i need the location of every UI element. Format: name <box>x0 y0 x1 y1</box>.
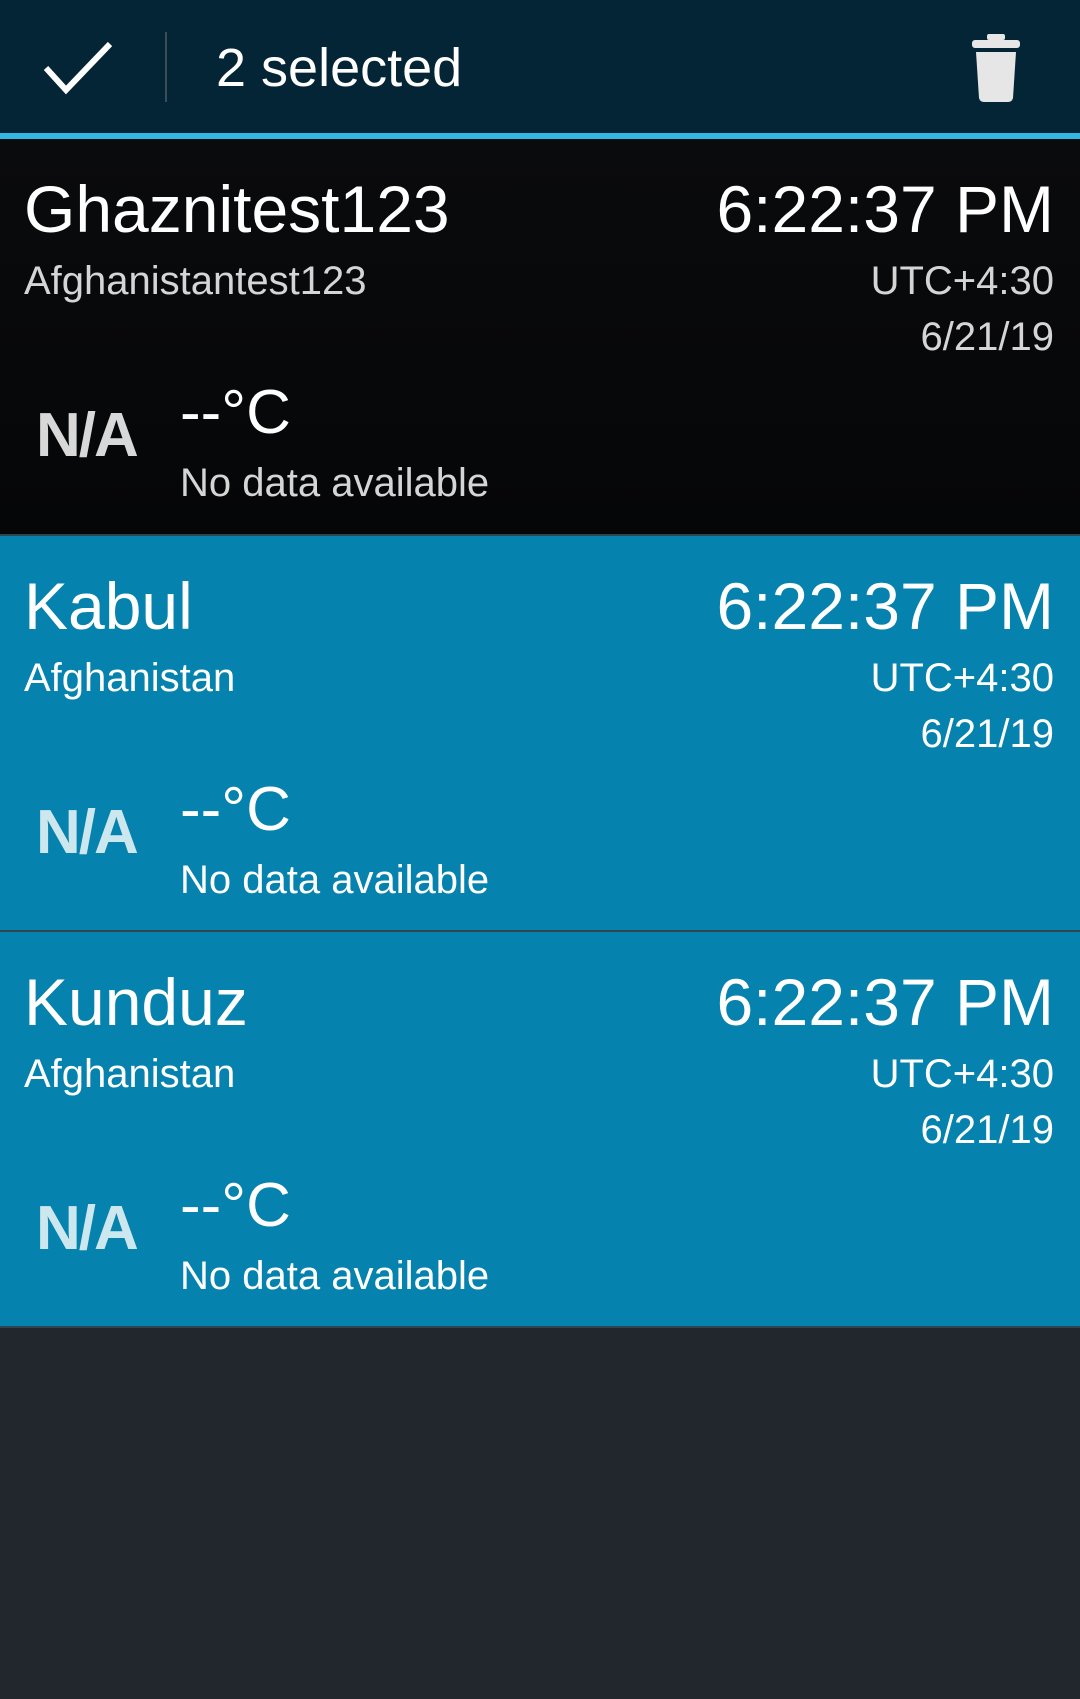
city-row-kunduz[interactable]: Kunduz Afghanistan 6:22:37 PM UTC+4:30 6… <box>0 932 1080 1328</box>
local-time: 6:22:37 PM <box>716 965 1054 1039</box>
weather-unavailable-icon: N/A <box>36 401 139 470</box>
city-list: Ghaznitest123 Afghanistantest123 6:22:37… <box>0 139 1080 1328</box>
weather-unavailable-icon: N/A <box>36 798 139 867</box>
local-time: 6:22:37 PM <box>716 172 1054 246</box>
done-button[interactable] <box>20 18 136 118</box>
country-name: Afghanistan <box>24 656 236 700</box>
trash-icon <box>972 34 1020 102</box>
contextual-action-bar: 2 selected <box>0 0 1080 133</box>
city-name: Kabul <box>24 569 193 643</box>
weather-condition: No data available <box>180 858 490 902</box>
weather-unavailable-icon: N/A <box>36 1194 139 1263</box>
checkmark-icon <box>43 41 113 95</box>
utc-offset: UTC+4:30 <box>870 259 1054 303</box>
action-bar-divider <box>165 32 167 102</box>
selection-count-title: 2 selected <box>216 38 463 98</box>
local-date: 6/21/19 <box>920 712 1054 756</box>
weather-condition: No data available <box>180 1254 490 1298</box>
local-time: 6:22:37 PM <box>716 569 1054 643</box>
utc-offset: UTC+4:30 <box>870 1052 1054 1096</box>
city-name: Kunduz <box>24 965 248 1039</box>
temperature: --°C <box>180 775 291 844</box>
delete-button[interactable] <box>950 22 1042 114</box>
local-date: 6/21/19 <box>920 1108 1054 1152</box>
weather-condition: No data available <box>180 461 490 505</box>
city-row-ghaznitest123[interactable]: Ghaznitest123 Afghanistantest123 6:22:37… <box>0 139 1080 536</box>
temperature: --°C <box>180 378 291 447</box>
country-name: Afghanistantest123 <box>24 259 367 303</box>
temperature: --°C <box>180 1171 291 1240</box>
country-name: Afghanistan <box>24 1052 236 1096</box>
local-date: 6/21/19 <box>920 315 1054 359</box>
utc-offset: UTC+4:30 <box>870 656 1054 700</box>
city-row-kabul[interactable]: Kabul Afghanistan 6:22:37 PM UTC+4:30 6/… <box>0 536 1080 932</box>
city-name: Ghaznitest123 <box>24 172 450 246</box>
